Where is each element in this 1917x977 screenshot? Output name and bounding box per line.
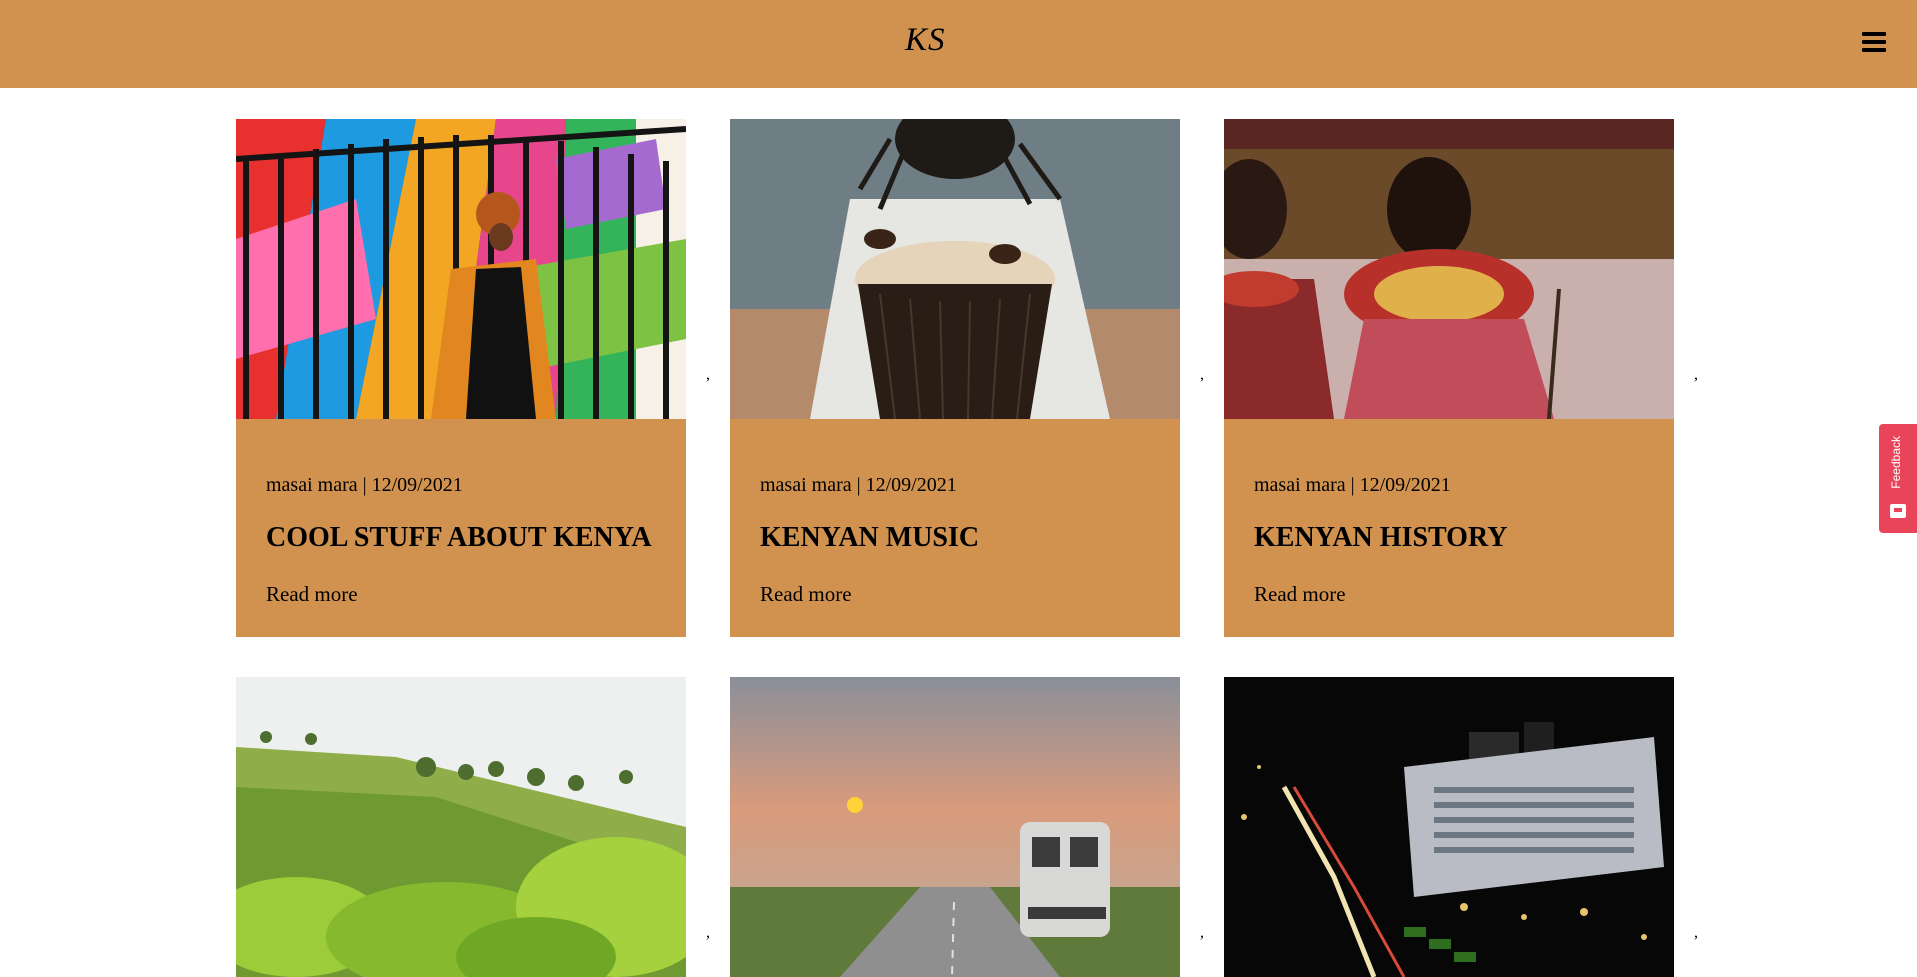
card-image-woman-colorful-fence[interactable] [236, 119, 686, 419]
separator-comma: , [1200, 924, 1204, 941]
card-meta: masai mara | 12/09/2021 [760, 474, 957, 496]
card-image-maasai-women[interactable] [1224, 119, 1674, 419]
feedback-label: Feedback [1889, 436, 1903, 489]
card-image-drummer[interactable] [730, 119, 1180, 419]
card-image-nairobi-night-city[interactable] [1224, 677, 1674, 977]
read-more-link[interactable]: Read more [760, 582, 852, 607]
feedback-tab[interactable]: Feedback [1879, 424, 1917, 533]
card-image-sunset-road-van[interactable] [730, 677, 1180, 977]
separator-comma: , [706, 366, 710, 383]
separator-comma: , [706, 924, 710, 941]
blog-card[interactable]: masai mara | 12/09/2021 KENYAN HISTORY R… [1224, 119, 1674, 637]
menu-bar-line [1862, 32, 1886, 36]
card-meta: masai mara | 12/09/2021 [1254, 474, 1451, 496]
separator-comma: , [1694, 366, 1698, 383]
card-meta: masai mara | 12/09/2021 [266, 474, 463, 496]
separator-comma: , [1694, 924, 1698, 941]
menu-bar-line [1862, 40, 1886, 44]
blog-card[interactable]: masai mara | 12/09/2021 KENYAN MUSIC Rea… [730, 119, 1180, 637]
site-logo[interactable]: KS [905, 22, 946, 59]
hamburger-menu-icon[interactable] [1862, 32, 1886, 54]
menu-bar-line [1862, 48, 1886, 52]
card-title[interactable]: KENYAN MUSIC [760, 522, 979, 554]
separator-comma: , [1200, 366, 1204, 383]
read-more-link[interactable]: Read more [1254, 582, 1346, 607]
feedback-icon [1890, 504, 1906, 518]
card-title[interactable]: COOL STUFF ABOUT KENYA [266, 522, 652, 554]
read-more-link[interactable]: Read more [266, 582, 358, 607]
blog-card[interactable] [1224, 677, 1674, 977]
top-header-bar: KS [0, 0, 1917, 88]
blog-card[interactable] [236, 677, 686, 977]
card-title[interactable]: KENYAN HISTORY [1254, 522, 1507, 554]
card-image-tea-plantation[interactable] [236, 677, 686, 977]
blog-card[interactable]: masai mara | 12/09/2021 COOL STUFF ABOUT… [236, 119, 686, 637]
blog-card[interactable] [730, 677, 1180, 977]
